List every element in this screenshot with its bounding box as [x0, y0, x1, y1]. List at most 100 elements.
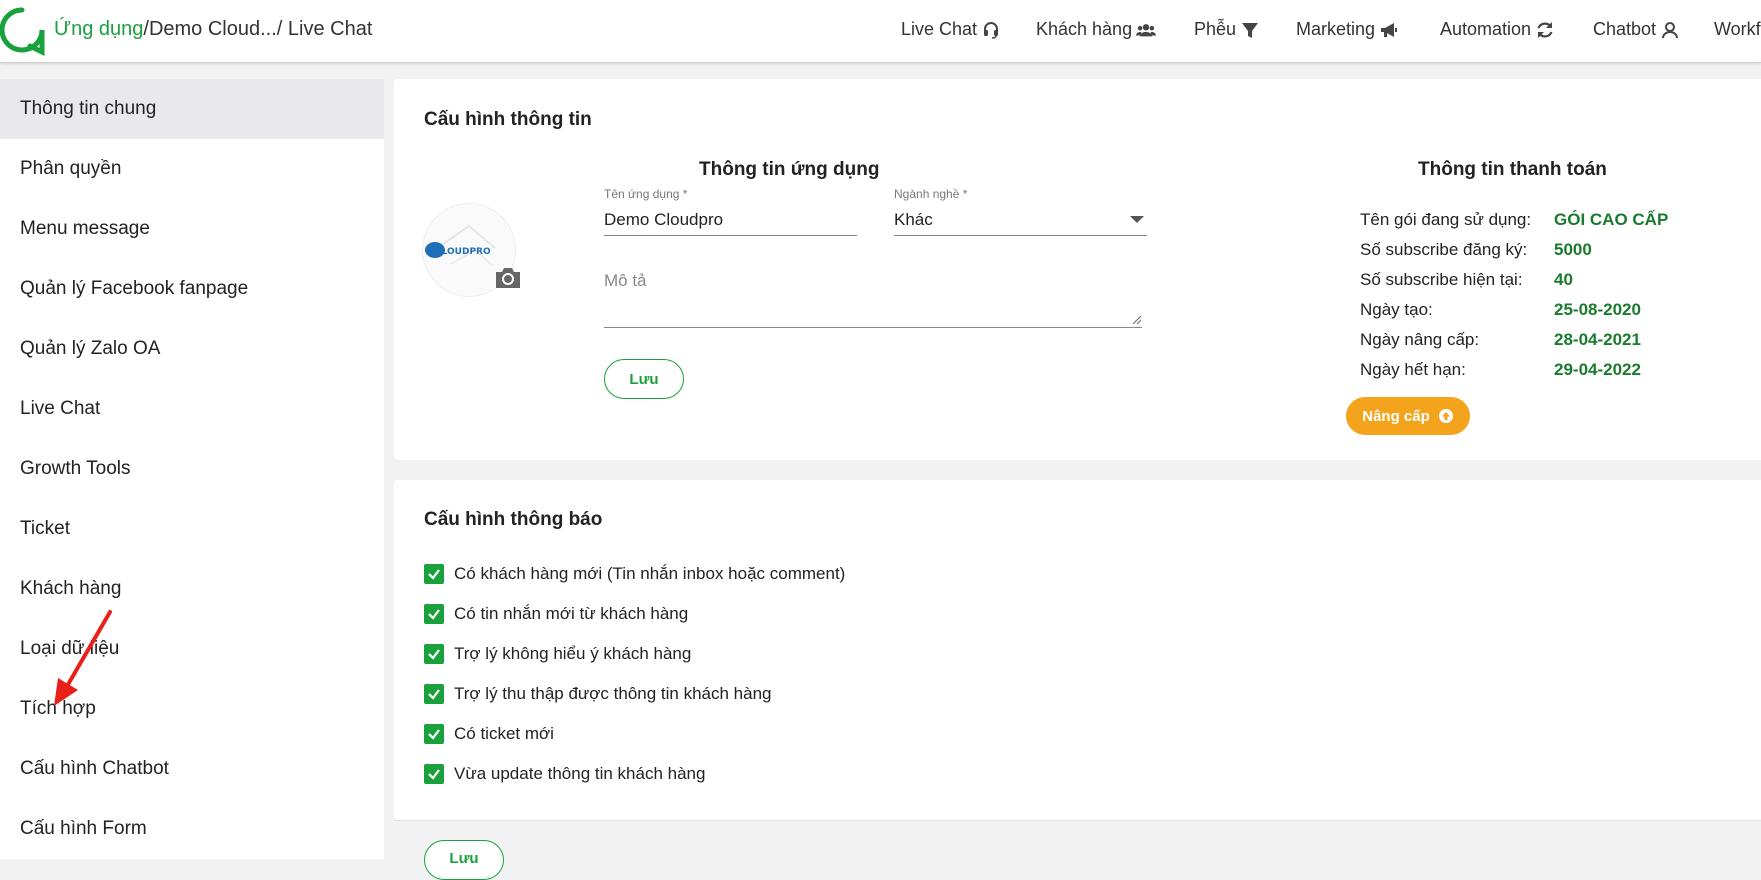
notify-new-ticket[interactable]: Có ticket mới [424, 721, 554, 747]
resize-handle-icon[interactable] [1130, 313, 1142, 325]
industry-select[interactable]: Khác [894, 210, 933, 230]
notify-new-message[interactable]: Có tin nhắn mới từ khách hàng [424, 601, 688, 627]
notify-assistant-not-understand[interactable]: Trợ lý không hiểu ý khách hàng [424, 641, 691, 667]
nav-label: Live Chat [901, 19, 978, 39]
payment-row-created: Ngày tạo: 25-08-2020 [1360, 300, 1720, 330]
logo-text: CLOUDPRO [435, 247, 491, 257]
app-name-input[interactable]: Demo Cloudpro [604, 210, 723, 230]
payment-value: 29-04-2022 [1554, 360, 1641, 379]
payment-value: 40 [1554, 270, 1573, 289]
sidebar-item-label: Quản lý Facebook fanpage [20, 278, 249, 299]
description-textarea[interactable]: Mô tả [604, 263, 1142, 328]
nav-live-chat[interactable]: Live Chat [901, 19, 1001, 40]
nav-automation[interactable]: Automation [1440, 19, 1555, 40]
checkbox-label: Vừa update thông tin khách hàng [454, 764, 706, 783]
nav-label: Khách hàng [1036, 19, 1133, 39]
sidebar-item-menu-message[interactable]: Menu message [0, 199, 384, 259]
industry-underline [894, 235, 1147, 236]
check-icon [428, 569, 440, 580]
nav-chatbot[interactable]: Chatbot [1593, 19, 1680, 40]
payment-value: 25-08-2020 [1554, 300, 1641, 319]
sidebar-item-growth-tools[interactable]: Growth Tools [0, 439, 384, 499]
breadcrumb-app-link[interactable]: Ứng dụng [54, 18, 143, 40]
upgrade-button[interactable]: Nâng cấp [1346, 397, 1470, 435]
nav-label: Phễu [1194, 19, 1237, 39]
nav-label: Automation [1440, 19, 1532, 39]
notification-footer: Lưu [394, 830, 1761, 880]
payment-value: 28-04-2021 [1554, 330, 1641, 349]
payment-label: Ngày nâng cấp: [1360, 330, 1480, 349]
sidebar-item-form-config[interactable]: Cấu hình Form [0, 799, 384, 859]
payment-label: Ngày tạo: [1360, 300, 1433, 319]
sidebar-item-customers[interactable]: Khách hàng [0, 559, 384, 619]
notify-customer-info-updated[interactable]: Vừa update thông tin khách hàng [424, 761, 705, 787]
notify-new-customer[interactable]: Có khách hàng mới (Tin nhắn inbox hoặc c… [424, 561, 845, 587]
sidebar-item-live-chat[interactable]: Live Chat [0, 379, 384, 439]
sidebar: Thông tin chung Phân quyền Menu message … [0, 79, 384, 859]
checkbox-checked[interactable] [424, 644, 444, 664]
nav-label: Marketing [1296, 19, 1376, 39]
save-info-button[interactable]: Lưu [604, 359, 684, 399]
nav-label: Workf [1714, 19, 1761, 39]
sidebar-item-label: Loại dữ liệu [20, 638, 120, 659]
payment-value: 5000 [1554, 240, 1592, 259]
arrow-up-circle-icon [1438, 409, 1453, 423]
upgrade-button-label: Nâng cấp [1362, 407, 1430, 425]
checkbox-label: Có ticket mới [454, 724, 554, 743]
app-name-label: Tên ứng dụng * [604, 187, 688, 201]
checkbox-checked[interactable] [424, 724, 444, 744]
payment-label: Số subscribe đăng ký: [1360, 240, 1528, 259]
notification-config-card: Cấu hình thông báo Có khách hàng mới (Ti… [394, 480, 1761, 821]
sidebar-item-integration[interactable]: Tích hợp [0, 679, 384, 739]
check-icon [428, 769, 440, 780]
sidebar-item-facebook-fanpage[interactable]: Quản lý Facebook fanpage [0, 259, 384, 319]
sidebar-item-label: Ticket [20, 518, 70, 539]
sidebar-item-general-info[interactable]: Thông tin chung [0, 79, 384, 139]
chevron-down-icon[interactable] [1130, 214, 1144, 224]
sidebar-item-label: Khách hàng [20, 578, 122, 599]
description-placeholder: Mô tả [604, 271, 647, 290]
checkbox-label: Có khách hàng mới (Tin nhắn inbox hoặc c… [454, 564, 846, 583]
notify-assistant-collected-info[interactable]: Trợ lý thu thập được thông tin khách hàn… [424, 681, 772, 707]
checkbox-checked[interactable] [424, 564, 444, 584]
payment-row-subscribe-current: Số subscribe hiện tại: 40 [1360, 270, 1720, 300]
nav-label: Chatbot [1593, 19, 1657, 39]
sidebar-item-label: Thông tin chung [20, 98, 157, 119]
sidebar-item-label: Tích hợp [20, 698, 96, 719]
top-bar: Ứng dụng/Demo Cloud.../ Live Chat Live C… [0, 0, 1761, 63]
sidebar-item-data-types[interactable]: Loại dữ liệu [0, 619, 384, 679]
sidebar-item-label: Cấu hình Form [20, 818, 147, 839]
app-info-heading: Thông tin ứng dụng [699, 159, 880, 180]
app-name-underline [604, 235, 857, 236]
app-logo-icon[interactable] [0, 6, 46, 56]
nav-workflow[interactable]: Workf [1714, 19, 1761, 40]
breadcrumb-project[interactable]: Demo Cloud... [149, 18, 277, 40]
checkbox-checked[interactable] [424, 764, 444, 784]
sidebar-item-chatbot-config[interactable]: Cấu hình Chatbot [0, 739, 384, 799]
notification-config-title: Cấu hình thông báo [424, 509, 603, 530]
nav-funnel[interactable]: Phễu [1194, 19, 1260, 40]
checkbox-checked[interactable] [424, 604, 444, 624]
card-divider [394, 820, 1761, 821]
camera-icon[interactable] [494, 266, 522, 290]
check-icon [428, 689, 440, 700]
sidebar-item-label: Live Chat [20, 398, 101, 419]
nav-customers[interactable]: Khách hàng [1036, 19, 1157, 40]
sidebar-item-ticket[interactable]: Ticket [0, 499, 384, 559]
breadcrumb: Ứng dụng/Demo Cloud.../ Live Chat [54, 18, 372, 41]
checkbox-checked[interactable] [424, 684, 444, 704]
sidebar-item-label: Quản lý Zalo OA [20, 338, 161, 359]
payment-row-subscribe-registered: Số subscribe đăng ký: 5000 [1360, 240, 1720, 270]
payment-row-expiry: Ngày hết hạn: 29-04-2022 [1360, 360, 1720, 390]
nav-marketing[interactable]: Marketing [1296, 19, 1399, 40]
check-icon [428, 729, 440, 740]
refresh-icon [1537, 21, 1553, 38]
sidebar-item-zalo-oa[interactable]: Quản lý Zalo OA [0, 319, 384, 379]
payment-value: GÓI CAO CẤP [1554, 210, 1669, 229]
checkbox-label: Trợ lý không hiểu ý khách hàng [454, 644, 692, 663]
sidebar-item-label: Cấu hình Chatbot [20, 758, 169, 779]
payment-label: Tên gói đang sử dụng: [1360, 210, 1532, 229]
check-icon [428, 649, 440, 660]
sidebar-item-permissions[interactable]: Phân quyền [0, 139, 384, 199]
save-notifications-button[interactable]: Lưu [424, 840, 504, 880]
